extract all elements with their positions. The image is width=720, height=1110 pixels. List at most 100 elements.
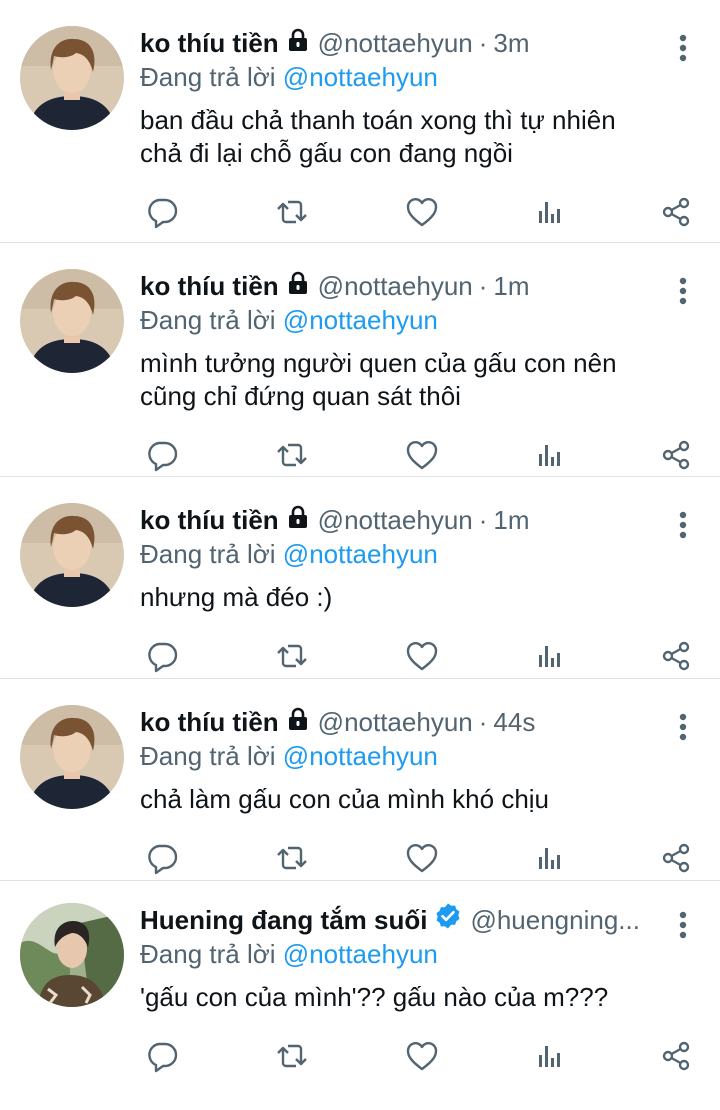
tweet-header: ko thíu tiền @nottaehyun · 44s: [140, 705, 660, 739]
author-name[interactable]: ko thíu tiền: [140, 269, 279, 303]
heart-icon: [406, 844, 438, 873]
more-vertical-icon: [679, 713, 687, 741]
reply-button[interactable]: [142, 1036, 182, 1076]
views-button[interactable]: [529, 1036, 569, 1076]
retweet-button[interactable]: [272, 1036, 312, 1076]
views-icon: [539, 848, 560, 869]
replying-to-label: Đang trả lời: [140, 539, 276, 569]
author-handle[interactable]: @nottaehyun: [318, 269, 473, 303]
more-vertical-icon: [679, 911, 687, 939]
tweet-text: mình tưởng người quen của gấu con nên cũ…: [140, 348, 617, 411]
author-handle[interactable]: @nottaehyun: [318, 26, 473, 60]
reply-button[interactable]: [142, 435, 182, 475]
views-button[interactable]: [529, 838, 569, 878]
timestamp[interactable]: 1m: [493, 269, 529, 303]
lock-icon: [286, 269, 310, 303]
author-name[interactable]: ko thíu tiền: [140, 705, 279, 739]
replying-to-handle[interactable]: @nottaehyun: [283, 62, 438, 92]
views-icon: [539, 202, 560, 223]
retweet-button[interactable]: [272, 192, 312, 232]
replying-to-handle[interactable]: @nottaehyun: [283, 741, 438, 771]
like-button[interactable]: [402, 636, 442, 676]
retweet-button[interactable]: [272, 435, 312, 475]
avatar[interactable]: [20, 269, 124, 373]
share-button[interactable]: [656, 636, 696, 676]
more-options-button[interactable]: [668, 273, 698, 309]
tweet-actions: [20, 1036, 696, 1110]
more-options-button[interactable]: [668, 907, 698, 943]
replying-to-handle[interactable]: @nottaehyun: [283, 305, 438, 335]
author-name[interactable]: ko thíu tiền: [140, 26, 279, 60]
tweet[interactable]: ko thíu tiền @nottaehyun · 1m Đang trả l…: [0, 243, 720, 477]
avatar[interactable]: [20, 705, 124, 809]
replying-to: Đang trả lời @nottaehyun: [140, 304, 660, 336]
replying-to-handle[interactable]: @nottaehyun: [283, 539, 438, 569]
tweet-header: ko thíu tiền @nottaehyun · 1m: [140, 503, 660, 537]
timestamp[interactable]: 44s: [493, 705, 535, 739]
reply-button[interactable]: [142, 192, 182, 232]
more-options-button[interactable]: [668, 709, 698, 745]
views-button[interactable]: [529, 636, 569, 676]
replying-to-label: Đang trả lời: [140, 741, 276, 771]
share-button[interactable]: [656, 1036, 696, 1076]
separator-dot: ·: [478, 707, 488, 737]
share-button[interactable]: [656, 192, 696, 232]
tweet[interactable]: Huening đang tắm suối @huengning... Đang…: [0, 881, 720, 1076]
more-vertical-icon: [679, 511, 687, 539]
reply-icon: [148, 1042, 178, 1073]
retweet-icon: [277, 846, 307, 870]
more-options-button[interactable]: [668, 30, 698, 66]
avatar[interactable]: [20, 903, 124, 1007]
heart-icon: [406, 441, 438, 470]
replying-to-handle[interactable]: @nottaehyun: [283, 939, 438, 969]
lock-icon: [286, 705, 310, 739]
tweet-header: Huening đang tắm suối @huengning...: [140, 903, 660, 937]
author-name[interactable]: Huening đang tắm suối: [140, 903, 427, 937]
tweet[interactable]: ko thíu tiền @nottaehyun · 1m Đang trả l…: [0, 477, 720, 679]
retweet-button[interactable]: [272, 838, 312, 878]
retweet-icon: [277, 1044, 307, 1068]
avatar[interactable]: [20, 26, 124, 130]
tweet-header: ko thíu tiền @nottaehyun · 3m: [140, 26, 660, 60]
tweet-text: 'gấu con của mình'?? gấu nào của m???: [140, 982, 609, 1012]
views-icon: [539, 445, 560, 466]
replying-to-label: Đang trả lời: [140, 62, 276, 92]
share-button[interactable]: [656, 435, 696, 475]
separator-dot: ·: [478, 505, 488, 535]
views-button[interactable]: [529, 435, 569, 475]
tweet[interactable]: ko thíu tiền @nottaehyun · 3m Đang trả l…: [0, 0, 720, 243]
replying-to-label: Đang trả lời: [140, 939, 276, 969]
reply-icon: [148, 844, 178, 875]
more-vertical-icon: [679, 277, 687, 305]
like-button[interactable]: [402, 1036, 442, 1076]
like-button[interactable]: [402, 192, 442, 232]
like-button[interactable]: [402, 838, 442, 878]
retweet-button[interactable]: [272, 636, 312, 676]
share-icon: [662, 440, 690, 470]
more-vertical-icon: [679, 34, 687, 62]
like-button[interactable]: [402, 435, 442, 475]
tweet[interactable]: ko thíu tiền @nottaehyun · 44s Đang trả …: [0, 679, 720, 881]
more-options-button[interactable]: [668, 507, 698, 543]
reply-button[interactable]: [142, 838, 182, 878]
reply-icon: [148, 441, 178, 472]
views-button[interactable]: [529, 192, 569, 232]
timestamp[interactable]: 1m: [493, 503, 529, 537]
separator-dot: ·: [478, 28, 488, 58]
retweet-icon: [277, 443, 307, 467]
reply-icon: [148, 642, 178, 673]
avatar[interactable]: [20, 503, 124, 607]
author-name[interactable]: ko thíu tiền: [140, 503, 279, 537]
lock-icon: [286, 503, 310, 537]
tweet-header: ko thíu tiền @nottaehyun · 1m: [140, 269, 660, 303]
heart-icon: [406, 1042, 438, 1071]
share-button[interactable]: [656, 838, 696, 878]
retweet-icon: [277, 200, 307, 224]
timestamp[interactable]: 3m: [493, 26, 529, 60]
author-handle[interactable]: @nottaehyun: [318, 705, 473, 739]
author-handle[interactable]: @huengning...: [470, 903, 640, 937]
views-icon: [539, 646, 560, 667]
author-handle[interactable]: @nottaehyun: [318, 503, 473, 537]
share-icon: [662, 843, 690, 873]
reply-button[interactable]: [142, 636, 182, 676]
